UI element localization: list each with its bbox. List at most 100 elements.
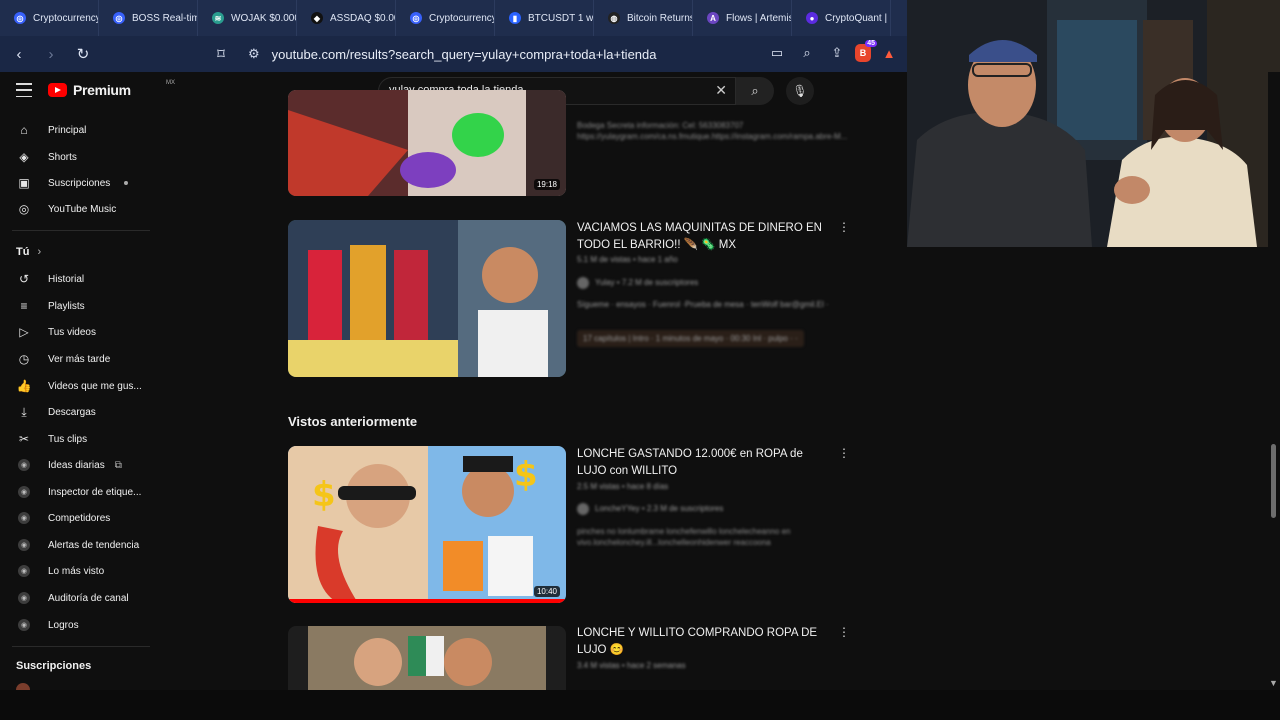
previously-watched-header: Vistos anteriormente [288,414,418,429]
brave-rewards-icon[interactable]: ▲ [877,41,901,65]
video-title[interactable]: VACIAMOS LAS MAQUINITAS DE DINERO EN TOD… [577,220,822,254]
voice-search-button[interactable]: 🎙 [786,77,814,105]
sidebar-item[interactable]: 👍 Videos que me gus... [16,376,142,396]
sidebar-item[interactable]: ◉ Logros [16,615,79,635]
channel-row[interactable]: LoncheYYey • 2.3 M de suscriptores [577,503,723,515]
video-title[interactable]: LONCHE Y WILLITO COMPRANDO ROPA DE LUJO … [577,625,822,659]
scroll-down-icon[interactable]: ▼ [1269,678,1278,688]
browser-tab[interactable]: ◍ Bitcoin Returns [594,0,693,36]
sidebar-item-label: YouTube Music [48,203,117,215]
artemis-icon: A [707,12,719,24]
subscriptions-icon: ▣ [18,176,30,190]
more-options-icon[interactable]: ⋮ [838,446,850,460]
sidebar-item[interactable]: ⌂ Principal [16,120,86,140]
sidebar-item[interactable]: ◉ Competidores [16,508,110,528]
page-scrollbar[interactable]: ▼ [1268,72,1280,690]
video-thumbnail[interactable] [288,220,566,377]
sidebar-item[interactable]: ▣ Suscripciones [16,173,129,193]
chapters-row[interactable]: 17 capítulos | Intro · 1 minutos de mayo… [577,330,804,347]
browser-tab[interactable]: ▮ BTCUSDT 1 we [495,0,594,36]
sidebar-item[interactable]: ✂ Tus clips [16,429,87,449]
video-thumbnail[interactable] [288,626,566,690]
cast-icon[interactable]: ▭ [765,41,789,65]
zoom-icon[interactable]: ⌕ [795,41,819,65]
extension-icon: ◉ [18,619,30,631]
tab-label: Cryptocurrency [429,12,494,24]
video-thumbnail[interactable]: 19:18 [288,90,566,196]
address-toolbar: ‹ › ↻ ⌑ ⚙ youtube.com/results?search_que… [0,36,907,72]
browser-window: ◎ Cryptocurrency ◎ BOSS Real-time ≋ WOJAK $0.… [0,0,907,690]
sidebar-item[interactable]: ◉ Alertas de tendencia [16,535,139,555]
video-title[interactable]: LONCHE GASTANDO 12.000€ en ROPA de LUJO … [577,446,822,480]
brave-shields-icon[interactable]: B 45 [855,40,877,62]
browser-tab[interactable]: ● CryptoQuant | C [792,0,891,36]
sidebar-item[interactable]: ◎ YouTube Music [16,199,116,219]
browser-tab[interactable]: ◎ Cryptocurrency [0,0,99,36]
sidebar-item[interactable]: ◉ Auditoría de canal [16,588,129,608]
sidebar: Tú › Suscripciones ⌂ Principal ◈ Shorts ▣ Sus… [0,110,160,690]
more-options-icon[interactable]: ⋮ [838,220,850,234]
clips-icon: ✂ [18,432,30,446]
address-bar[interactable]: ⚙ youtube.com/results?search_query=yulay… [248,46,656,62]
history-icon: ↺ [18,272,30,286]
url-text: youtube.com/results?search_query=yulay+c… [271,46,657,62]
shorts-icon: ◈ [19,150,29,164]
tab-label: Cryptocurrency [33,12,98,24]
tab-label: BTCUSDT 1 we [528,12,593,24]
bookmark-button[interactable]: ⌑ [208,41,234,67]
extension-icon: ◉ [18,512,30,524]
video-duration: 19:18 [533,179,560,190]
downloads-icon: ⤓ [21,404,27,419]
forward-button[interactable]: › [38,41,64,67]
reload-button[interactable]: ↻ [70,41,96,67]
video-meta: 3.4 M vistas • hace 2 semanas [577,661,686,670]
sidebar-item[interactable]: ◉ Inspector de etique... [16,482,141,502]
browser-tab[interactable]: A Flows | Artemis [693,0,792,36]
video-thumbnail[interactable]: $ $ 10:40 [288,446,566,603]
sidebar-item[interactable]: ◷ Ver más tarde [16,349,111,369]
you-section-header[interactable]: Tú › [16,242,41,262]
channel-avatar[interactable] [16,683,30,690]
sidebar-divider [12,230,150,231]
search-button[interactable]: ⌕ [736,77,774,105]
browser-tab[interactable]: ≋ WOJAK $0.000 [198,0,297,36]
menu-icon[interactable] [16,83,32,97]
browser-tab[interactable]: ◆ ASSDAQ $0.00 [297,0,396,36]
sidebar-item[interactable]: ◉ Lo más visto [16,561,104,581]
thumbnail-image [288,220,566,377]
tradingview-icon: ▮ [509,12,521,24]
browser-tab[interactable]: ◎ BOSS Real-time [99,0,198,36]
cryptoquant-icon: ● [806,12,818,24]
sidebar-item-label: Videos que me gus... [48,380,142,392]
back-button[interactable]: ‹ [6,41,32,67]
chevron-right-icon: › [37,246,42,258]
desc-line: vivo.lonchelonchey.ill...lonchelleonhide… [577,538,771,547]
sidebar-item-label: Playlists [48,300,85,312]
extension-icon: ◉ [18,592,30,604]
shields-count: 45 [865,40,877,47]
sidebar-item-label: Descargas [48,406,96,418]
browser-tab[interactable]: ◎ Cryptocurrency [396,0,495,36]
extension-icon: ◉ [18,459,30,471]
sidebar-item-label: Competidores [48,512,111,524]
sidebar-item[interactable]: ≡ Playlists [16,296,85,316]
youtube-premium-logo[interactable]: Premium MX [48,80,175,98]
sidebar-item[interactable]: ↺ Historial [16,269,84,289]
share-icon[interactable]: ⇪ [825,41,849,65]
site-settings-icon[interactable]: ⚙ [248,46,260,62]
channel-row[interactable]: Yulay • 7.2 M de suscriptores [577,277,698,289]
sidebar-item[interactable]: ◈ Shorts [16,147,77,167]
coinglass-icon: ◍ [608,12,620,24]
clear-icon[interactable]: ✕ [715,82,727,99]
search-icon: ⌕ [751,83,759,98]
sidebar-item[interactable]: ⤓ Descargas [16,402,96,422]
coinmarketcap-icon: ◎ [14,12,26,24]
extension-icon: ◉ [18,539,30,551]
video-meta: 5.1 M de vistas • hace 1 año [577,255,678,264]
channel-name: LoncheYYey • 2.3 M de suscriptores [595,504,724,514]
scrollbar-thumb[interactable] [1271,444,1276,518]
sidebar-item[interactable]: ▷ Tus videos [16,322,96,342]
sidebar-item[interactable]: ◉ Ideas diarias ⧉ [16,455,122,475]
more-options-icon[interactable]: ⋮ [838,625,850,639]
channel-avatar [577,503,589,515]
